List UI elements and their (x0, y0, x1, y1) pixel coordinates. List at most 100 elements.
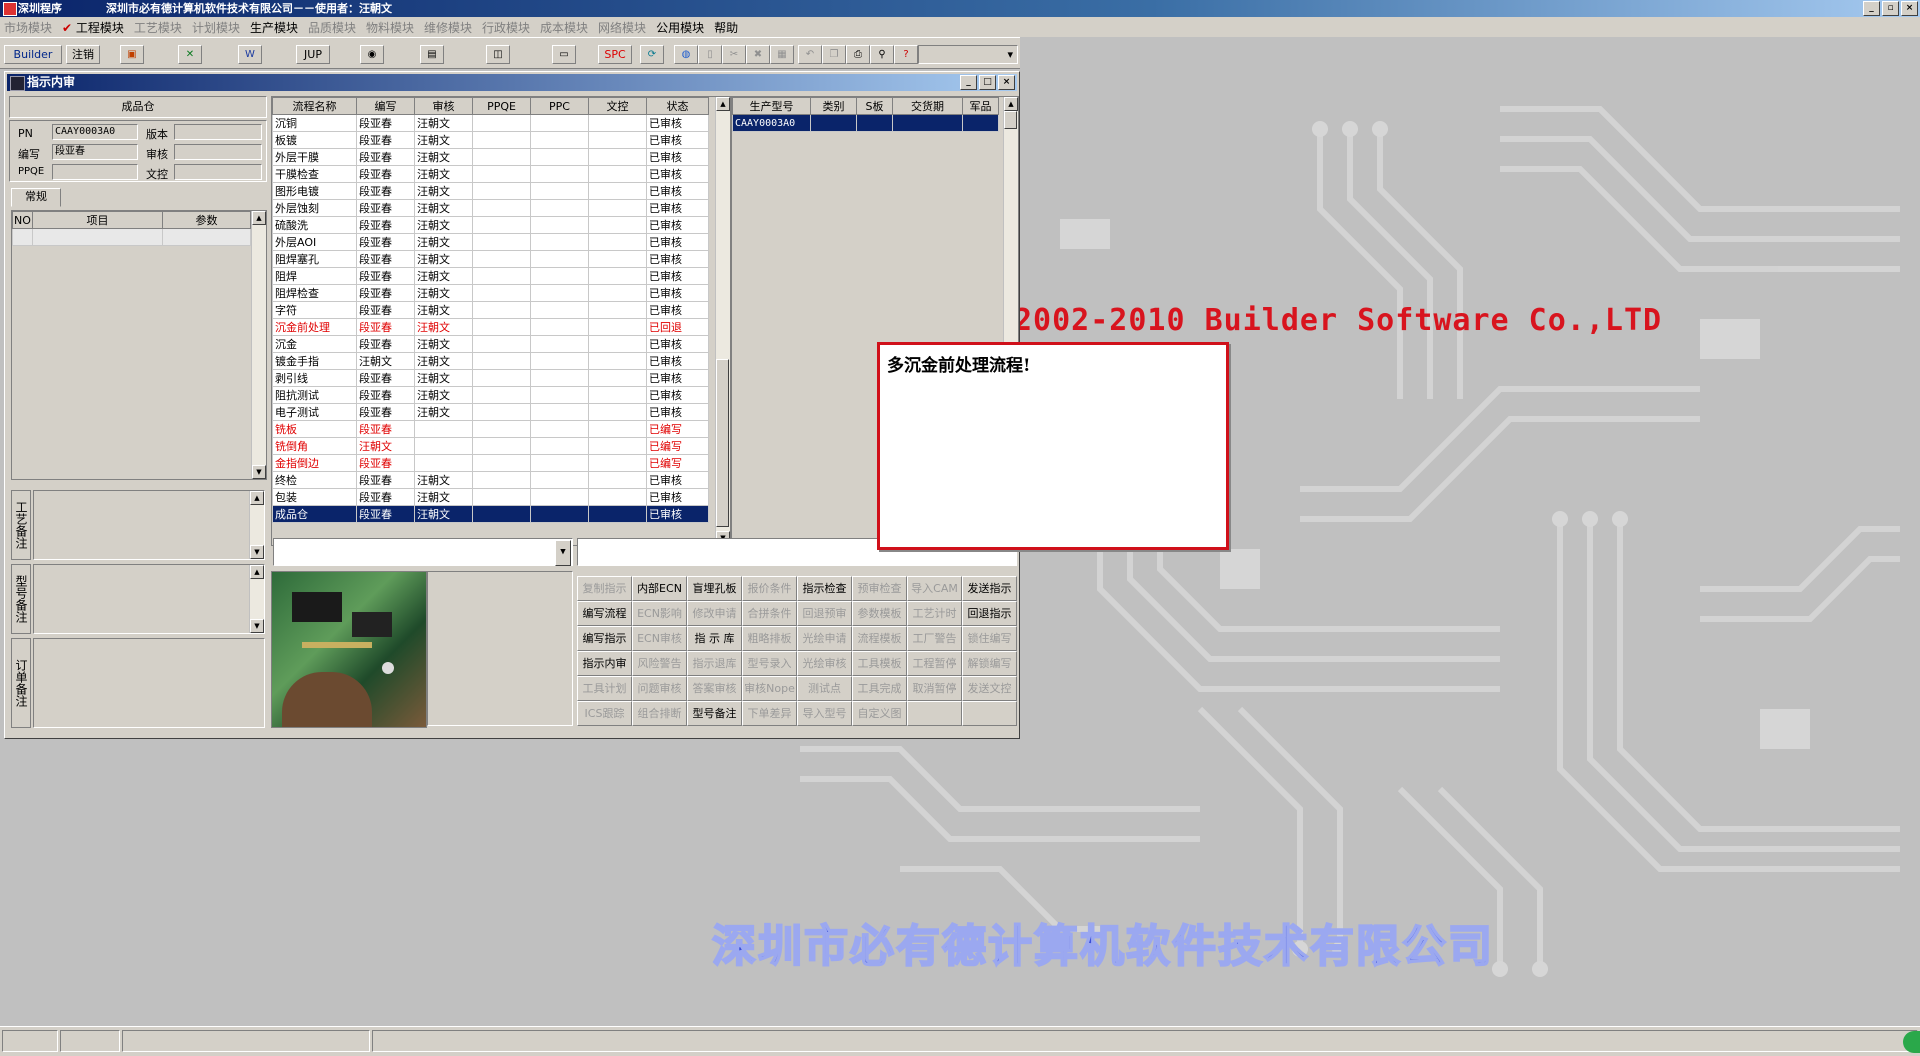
jup-button[interactable]: JUP (296, 45, 330, 64)
action-button-12[interactable]: 回退预审 (797, 601, 852, 626)
message-popup[interactable]: 多沉金前处理流程! (877, 342, 1229, 550)
help-icon[interactable]: ? (894, 45, 918, 64)
action-button-14[interactable]: 工艺计时 (907, 601, 962, 626)
flow-row[interactable]: 外层干膜 段亚春 汪朝文 已审核 (272, 148, 709, 166)
action-button-22[interactable]: 工厂警告 (907, 626, 962, 651)
action-button-24[interactable]: 指示内审 (577, 651, 632, 676)
action-button-47[interactable] (962, 701, 1017, 726)
action-button-13[interactable]: 参数模板 (852, 601, 907, 626)
action-button-11[interactable]: 合拼条件 (742, 601, 797, 626)
flow-row[interactable]: 阻焊检查 段亚春 汪朝文 已审核 (272, 284, 709, 302)
flow-row[interactable]: 外层AOI 段亚春 汪朝文 已审核 (272, 233, 709, 251)
action-button-43[interactable]: 下单差异 (742, 701, 797, 726)
action-button-25[interactable]: 风险警告 (632, 651, 687, 676)
action-button-33[interactable]: 问题审核 (632, 676, 687, 701)
orders-header-2[interactable]: S板 (856, 97, 893, 115)
undo-icon[interactable]: ↶ (798, 45, 822, 64)
action-button-35[interactable]: 审核Nope (742, 676, 797, 701)
doc-control-field[interactable] (174, 164, 262, 180)
action-button-19[interactable]: 粗略排板 (742, 626, 797, 651)
scroll-down-icon[interactable]: ▼ (250, 545, 264, 559)
flow-header-4[interactable]: PPC (530, 97, 589, 115)
cut-icon[interactable]: ✂ (722, 45, 746, 64)
action-button-31[interactable]: 解锁编写 (962, 651, 1017, 676)
flow-header-3[interactable]: PPQE (472, 97, 531, 115)
flow-row[interactable]: 阻抗测试 段亚春 汪朝文 已审核 (272, 386, 709, 404)
network-icon[interactable]: ◫ (486, 45, 510, 64)
param-scrollbar[interactable]: ▲ ▼ (251, 211, 266, 479)
excel-icon[interactable]: ✕ (178, 45, 202, 64)
menu-help[interactable]: 帮助 (714, 19, 738, 36)
action-button-29[interactable]: 工具模板 (852, 651, 907, 676)
action-button-27[interactable]: 型号录入 (742, 651, 797, 676)
flow-row[interactable]: 板镀 段亚春 汪朝文 已审核 (272, 131, 709, 149)
pn-field[interactable]: CAAY0003A0 (52, 124, 138, 140)
action-button-17[interactable]: ECN审核 (632, 626, 687, 651)
action-button-15[interactable]: 回退指示 (962, 601, 1017, 626)
flow-header-2[interactable]: 审核 (414, 97, 473, 115)
scroll-down-icon[interactable]: ▼ (252, 465, 266, 479)
menu-engineering[interactable]: ✔ 工程模块 (62, 19, 124, 36)
flow-header-6[interactable]: 状态 (646, 97, 709, 115)
action-button-28[interactable]: 光绘审核 (797, 651, 852, 676)
restore-button[interactable]: ▫ (1882, 1, 1899, 16)
action-button-34[interactable]: 答案审核 (687, 676, 742, 701)
orders-header-1[interactable]: 类别 (810, 97, 857, 115)
menu-network[interactable]: 网络模块 (598, 19, 646, 36)
orders-header-4[interactable]: 军品 (962, 97, 999, 115)
menu-admin[interactable]: 行政模块 (482, 19, 530, 36)
action-button-18[interactable]: 指 示 库 (687, 626, 742, 651)
menu-process[interactable]: 工艺模块 (134, 19, 182, 36)
flow-row[interactable]: 镀金手指 汪朝文 汪朝文 已审核 (272, 352, 709, 370)
process-remarks-box[interactable]: ▲ ▼ (33, 490, 265, 560)
writer-field[interactable]: 段亚春 (52, 144, 138, 160)
action-button-5[interactable]: 预审检查 (852, 576, 907, 601)
flow-row[interactable]: 硫酸洗 段亚春 汪朝文 已审核 (272, 216, 709, 234)
document-icon[interactable]: ▤ (420, 45, 444, 64)
menu-plan[interactable]: 计划模块 (192, 19, 240, 36)
orders-header-3[interactable]: 交货期 (892, 97, 963, 115)
param-header-item[interactable]: 项目 (32, 211, 163, 229)
action-button-6[interactable]: 导入CAM (907, 576, 962, 601)
network-status-icon[interactable] (1903, 1031, 1920, 1053)
minimize-button[interactable]: _ (1863, 1, 1880, 16)
scroll-up-icon[interactable]: ▲ (1004, 97, 1018, 111)
action-button-7[interactable]: 发送指示 (962, 576, 1017, 601)
report-icon[interactable]: ▣ (120, 45, 144, 64)
action-button-45[interactable]: 自定义图 (852, 701, 907, 726)
view-icon[interactable]: ◉ (360, 45, 384, 64)
action-button-41[interactable]: 组合排断 (632, 701, 687, 726)
action-button-1[interactable]: 内部ECN (632, 576, 687, 601)
scroll-up-icon[interactable]: ▲ (250, 491, 264, 505)
flow-header-5[interactable]: 文控 (588, 97, 647, 115)
new-file-icon[interactable]: ▯ (698, 45, 722, 64)
child-minimize-button[interactable]: _ (960, 75, 977, 90)
flow-row[interactable]: 铣板 段亚春 已编写 (272, 420, 709, 438)
menu-maintenance[interactable]: 维修模块 (424, 19, 472, 36)
param-header-no[interactable]: NO (12, 211, 33, 229)
flow-row[interactable]: 金指倒边 段亚春 已编写 (272, 454, 709, 472)
spc-button[interactable]: SPC (598, 45, 632, 64)
flow-row[interactable]: 铣倒角 汪朝文 已编写 (272, 437, 709, 455)
refresh-icon[interactable]: ⟳ (640, 45, 664, 64)
flow-scrollbar[interactable]: ▲ ▼ (715, 97, 730, 545)
action-button-16[interactable]: 编写指示 (577, 626, 632, 651)
orders-row[interactable]: CAAY0003A0 (732, 114, 999, 132)
action-button-2[interactable]: 盲埋孔板 (687, 576, 742, 601)
close-button[interactable]: × (1901, 1, 1918, 16)
review-field[interactable] (174, 144, 262, 160)
action-button-26[interactable]: 指示退库 (687, 651, 742, 676)
scroll-up-icon[interactable]: ▲ (250, 565, 264, 579)
child-close-button[interactable]: × (998, 75, 1015, 90)
action-button-21[interactable]: 流程模板 (852, 626, 907, 651)
flow-row[interactable]: 阻焊 段亚春 汪朝文 已审核 (272, 267, 709, 285)
flow-row[interactable]: 包装 段亚春 汪朝文 已审核 (272, 488, 709, 506)
toolbar-select[interactable]: ▾ (918, 45, 1018, 64)
flow-row[interactable]: 字符 段亚春 汪朝文 已审核 (272, 301, 709, 319)
model-remarks-scrollbar[interactable]: ▲ ▼ (249, 565, 264, 633)
child-maximize-button[interactable]: □ (979, 75, 996, 90)
copy-icon[interactable]: ❐ (822, 45, 846, 64)
action-button-3[interactable]: 报价条件 (742, 576, 797, 601)
logout-button[interactable]: 注销 (66, 45, 100, 64)
delete-icon[interactable]: ✖ (746, 45, 770, 64)
